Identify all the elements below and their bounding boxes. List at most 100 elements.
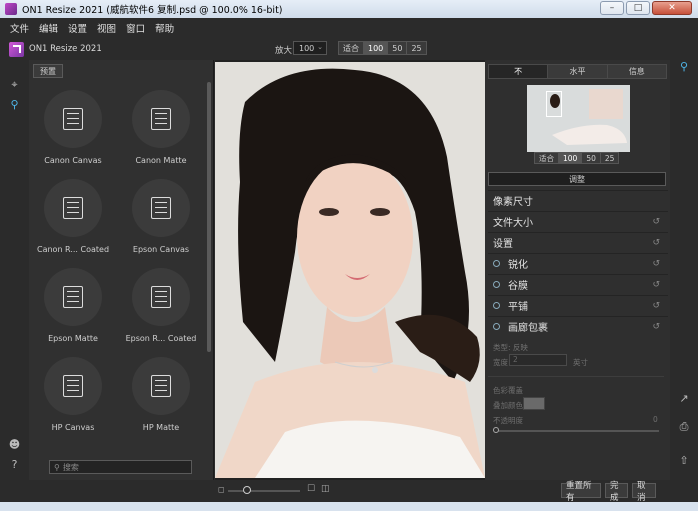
help-icon[interactable]: ? — [8, 458, 21, 471]
preset-name: Canon Canvas — [44, 156, 102, 165]
compare-icon[interactable]: ◫ — [321, 484, 330, 494]
preset-name: Canon Matte — [135, 156, 187, 165]
window-bottom-border — [0, 502, 698, 511]
print-icon[interactable]: ⎙ — [677, 420, 691, 434]
navigator-zoom-presets: 适合 100 50 25 — [534, 152, 620, 164]
enable-radio[interactable] — [493, 323, 500, 330]
title-bar: ON1 Resize 2021 (威航软件6 复制.psd @ 100.0% 1… — [0, 0, 698, 18]
section-tiling[interactable]: 平铺 ↺ — [488, 295, 668, 315]
maximize-button[interactable]: □ — [626, 1, 650, 15]
menu-edit[interactable]: 编辑 — [39, 21, 58, 35]
user-icon[interactable]: ☻ — [8, 438, 21, 451]
preset-name: Canon R... Coated — [36, 245, 110, 254]
preset-thumb — [44, 268, 102, 326]
preset-hp-canvas[interactable]: HP Canvas — [29, 349, 117, 437]
search-icon: ⚲ — [54, 462, 60, 472]
resize-zoom-icon[interactable]: ⚲ — [677, 60, 691, 74]
section-label: 谷膜 — [508, 281, 528, 292]
crop-icon[interactable]: ⌖ — [8, 78, 21, 91]
reset-icon[interactable]: ↺ — [652, 301, 660, 311]
image-canvas[interactable] — [215, 60, 485, 480]
minimize-button[interactable]: – — [600, 1, 624, 15]
preset-canon-coated[interactable]: Canon R... Coated — [29, 171, 117, 259]
zoom-value: 100 — [299, 43, 315, 53]
navigator-thumbnail[interactable] — [527, 85, 630, 152]
app-icon — [5, 3, 17, 15]
reset-icon[interactable]: ↺ — [652, 238, 660, 248]
preset-sliders-icon — [63, 375, 83, 397]
section-settings[interactable]: 设置 ↺ — [488, 232, 668, 252]
preset-epson-matte[interactable]: Epson Matte — [29, 260, 117, 348]
reset-icon[interactable]: ↺ — [652, 280, 660, 290]
export-arrow-icon[interactable]: ↗ — [677, 392, 691, 406]
zoom-tool-icon[interactable]: ⚲ — [8, 98, 21, 111]
reset-icon[interactable]: ↺ — [652, 259, 660, 269]
nav-50-button[interactable]: 50 — [581, 152, 601, 164]
zoom-100-button[interactable]: 100 — [363, 41, 389, 55]
window-title: ON1 Resize 2021 (威航软件6 复制.psd @ 100.0% 1… — [22, 5, 283, 16]
tab-levels[interactable]: 水平 — [547, 64, 608, 79]
preset-thumb — [132, 357, 190, 415]
section-pixel-dimensions[interactable]: 像素尺寸 — [488, 190, 668, 210]
preset-name: Epson R... Coated — [125, 334, 197, 343]
tab-navigator[interactable]: 不 — [488, 64, 549, 79]
reset-all-button[interactable]: 重置所有 — [561, 481, 601, 503]
presets-scrollbar[interactable] — [207, 82, 211, 352]
zoom-in-icon[interactable]: ☐ — [307, 484, 315, 494]
preset-hp-matte[interactable]: HP Matte — [117, 349, 205, 437]
navigator-viewport[interactable] — [546, 91, 562, 117]
resize-module-icon[interactable] — [9, 42, 24, 57]
share-icon[interactable]: ⇧ — [677, 454, 691, 468]
wrap-width-label: 宽度 — [493, 358, 508, 367]
adjust-button[interactable]: 调整 — [488, 172, 666, 186]
done-button[interactable]: 完成 — [605, 481, 628, 503]
zoom-25-button[interactable]: 25 — [406, 41, 427, 55]
nav-25-button[interactable]: 25 — [599, 152, 620, 164]
preset-canon-matte[interactable]: Canon Matte — [117, 82, 205, 170]
preset-search-input[interactable]: ⚲ 搜索 — [49, 460, 192, 474]
nav-fit-button[interactable]: 适合 — [534, 152, 559, 164]
opacity-slider-knob[interactable] — [493, 427, 499, 433]
section-gallery-wrap[interactable]: 画廊包裹 ↺ — [488, 316, 668, 336]
preset-thumb — [44, 90, 102, 148]
preset-epson-canvas[interactable]: Epson Canvas — [117, 171, 205, 259]
zoom-slider-knob[interactable] — [243, 486, 251, 494]
cancel-button[interactable]: 取消 — [632, 481, 656, 503]
preset-canon-canvas[interactable]: Canon Canvas — [29, 82, 117, 170]
enable-radio[interactable] — [493, 302, 500, 309]
menu-settings[interactable]: 设置 — [68, 21, 87, 35]
zoom-slider-track[interactable] — [228, 490, 300, 492]
zoom-out-icon[interactable]: ◻ — [218, 485, 225, 494]
wrap-unit-label: 英寸 — [573, 358, 588, 367]
bottom-bar: ◻ ☐ ◫ 重置所有 完成 取消 — [0, 480, 698, 503]
portrait-image — [215, 62, 485, 478]
reset-icon[interactable]: ↺ — [652, 217, 660, 227]
preset-epson-coated[interactable]: Epson R... Coated — [117, 260, 205, 348]
menu-view[interactable]: 视图 — [97, 21, 116, 35]
section-label: 平铺 — [508, 302, 528, 313]
section-film-grain[interactable]: 谷膜 ↺ — [488, 274, 668, 294]
opacity-slider-track[interactable] — [497, 430, 659, 432]
section-sharpening[interactable]: 锐化 ↺ — [488, 253, 668, 273]
enable-radio[interactable] — [493, 260, 500, 267]
wrap-width-input[interactable]: 2 — [509, 354, 567, 366]
overlay-color-swatch[interactable] — [523, 397, 545, 410]
enable-radio[interactable] — [493, 281, 500, 288]
menu-help[interactable]: 帮助 — [155, 21, 174, 35]
reset-icon[interactable]: ↺ — [652, 322, 660, 332]
preset-sliders-icon — [151, 197, 171, 219]
nav-100-button[interactable]: 100 — [558, 152, 583, 164]
tab-info[interactable]: 信息 — [606, 64, 667, 79]
section-document-size[interactable]: 文件大小 ↺ — [488, 211, 668, 231]
menu-bar: 文件 编辑 设置 视图 窗口 帮助 — [0, 18, 698, 38]
zoom-select[interactable]: 100 ⌄ — [293, 41, 327, 55]
presets-tab[interactable]: 预置 — [33, 64, 63, 78]
preset-name: HP Matte — [142, 423, 180, 432]
zoom-50-button[interactable]: 50 — [387, 41, 408, 55]
menu-window[interactable]: 窗口 — [126, 21, 145, 35]
preset-thumb — [44, 357, 102, 415]
close-button[interactable]: ✕ — [652, 1, 692, 15]
zoom-fit-button[interactable]: 适合 — [338, 41, 364, 55]
menu-file[interactable]: 文件 — [10, 21, 29, 35]
preset-sliders-icon — [63, 108, 83, 130]
